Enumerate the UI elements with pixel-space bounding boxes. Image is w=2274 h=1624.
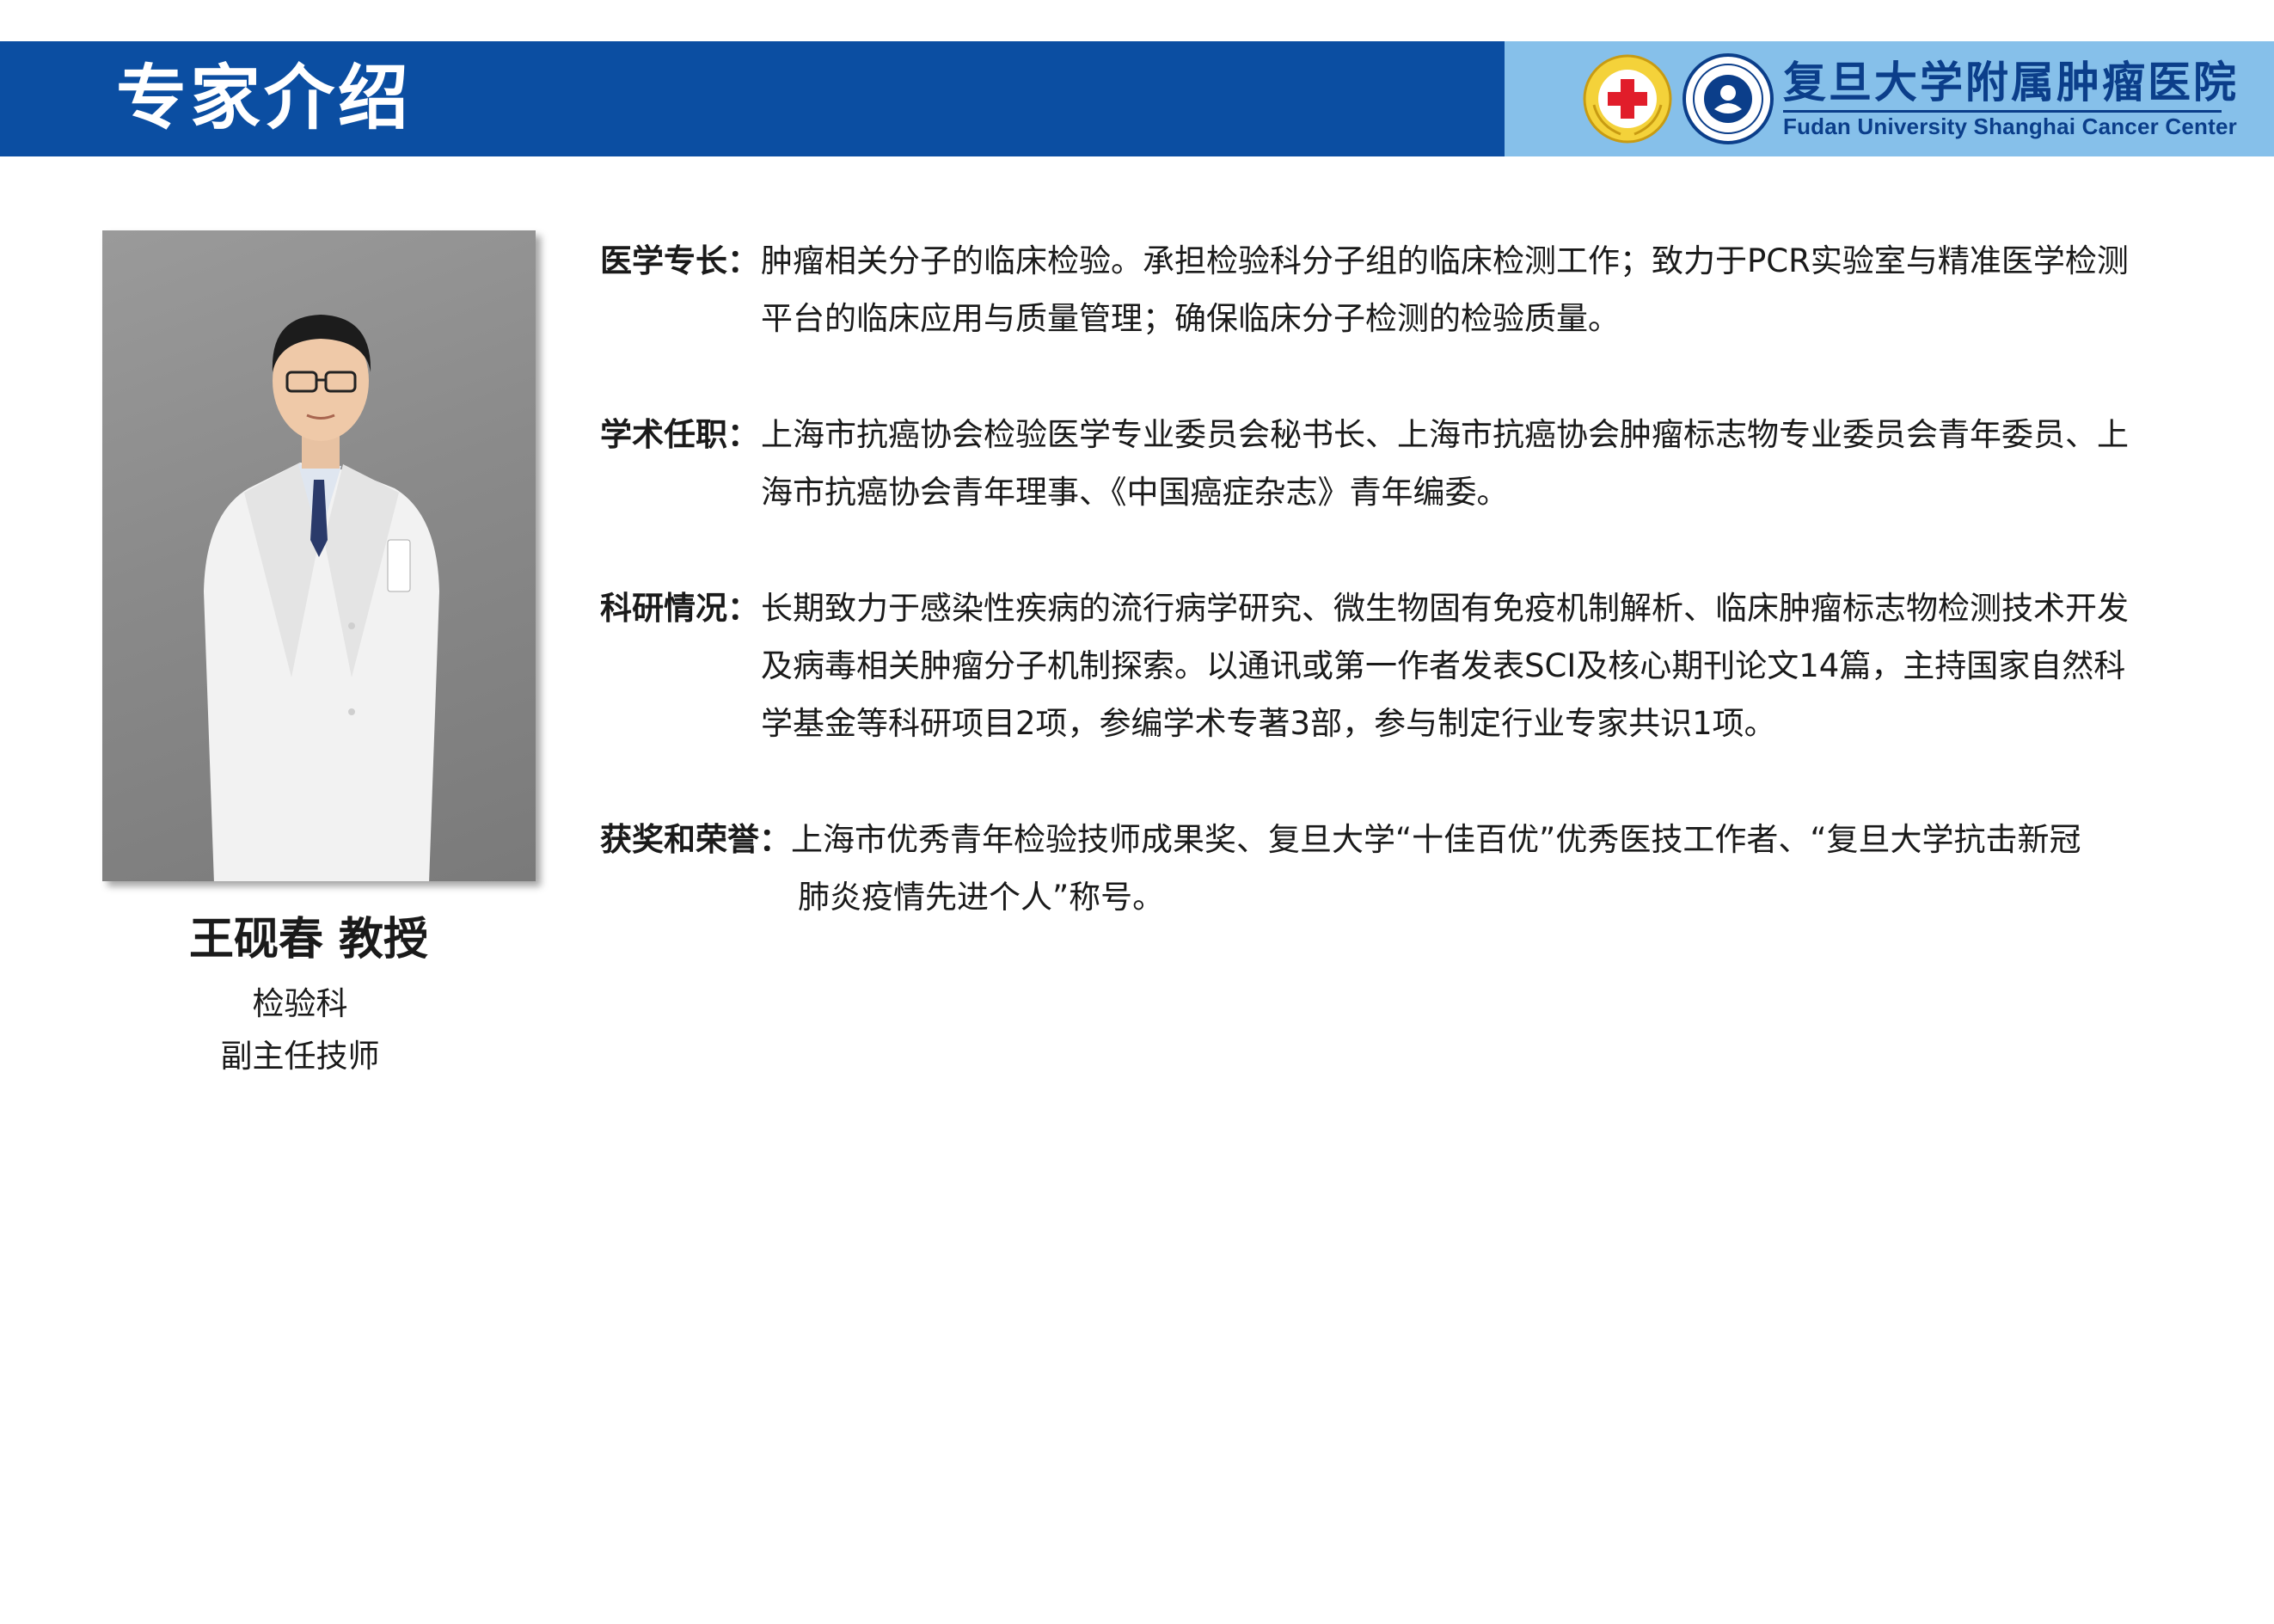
profile-photo bbox=[102, 230, 536, 881]
section-line: 肿瘤相关分子的临床检验。承担检验科分子组的临床检测工作；致力于PCR实验室与精准… bbox=[761, 242, 2129, 279]
section-body: 上海市抗癌协会检验医学专业委员会秘书长、上海市抗癌协会肿瘤标志物专业委员会青年委… bbox=[761, 406, 2139, 521]
section-line: 上海市抗癌协会检验医学专业委员会秘书长、上海市抗癌协会肿瘤标志物专业委员会青年委… bbox=[761, 416, 2129, 453]
section-line: 肺炎疫情先进个人”称号。 bbox=[798, 879, 1165, 916]
hospital-name-english: Fudan University Shanghai Cancer Center bbox=[1783, 113, 2237, 139]
section-body: 肿瘤相关分子的临床检验。承担检验科分子组的临床检测工作；致力于PCR实验室与精准… bbox=[761, 232, 2139, 347]
section-line: 学基金等科研项目2项，参编学术专著3部，参与制定行业专家共识1项。 bbox=[761, 705, 1776, 742]
section-body: 上海市优秀青年检验技师成果奖、复旦大学“十佳百优”优秀医技工作者、“复旦大学抗击… bbox=[791, 811, 2139, 926]
hospital-seal-icon bbox=[1683, 53, 1774, 144]
section-line: 平台的临床应用与质量管理；确保临床分子检测的检验质量。 bbox=[761, 300, 1620, 337]
section-line: 海市抗癌协会青年理事、《中国癌症杂志》青年编委。 bbox=[761, 474, 1509, 511]
red-cross-emblem-icon bbox=[1583, 54, 1672, 144]
section-body: 长期致力于感染性疾病的流行病学研究、微生物固有免疫机制解析、临床肿瘤标志物检测技… bbox=[761, 579, 2139, 752]
expert-department: 检验科 bbox=[252, 985, 348, 1022]
expert-name: 王砚春 教授 bbox=[188, 914, 429, 965]
section-label: 获奖和荣誉： bbox=[600, 821, 791, 858]
section-line: 长期致力于感染性疾病的流行病学研究、微生物固有免疫机制解析、临床肿瘤标志物检测技… bbox=[761, 590, 2129, 627]
section-label: 学术任职： bbox=[600, 416, 759, 453]
expert-title: 副主任技师 bbox=[220, 1038, 380, 1075]
hospital-name-chinese: 复旦大学附属肿瘤医院 bbox=[1783, 57, 2239, 107]
header-bar: 专家介绍 复旦大学附属肿瘤医院 Fudan University Shangha… bbox=[0, 41, 2274, 156]
page-title: 专家介绍 bbox=[116, 58, 413, 139]
section-line: 及病毒相关肿瘤分子机制探索。以通讯或第一作者发表SCI及核心期刊论文14篇，主持… bbox=[761, 647, 2126, 684]
section-line: 上海市优秀青年检验技师成果奖、复旦大学“十佳百优”优秀医技工作者、“复旦大学抗击… bbox=[791, 821, 2081, 858]
section-label: 医学专长： bbox=[600, 242, 759, 279]
section-label: 科研情况： bbox=[600, 590, 759, 627]
header-title-panel: 专家介绍 bbox=[0, 41, 1505, 156]
doctor-portrait-image bbox=[204, 315, 439, 881]
